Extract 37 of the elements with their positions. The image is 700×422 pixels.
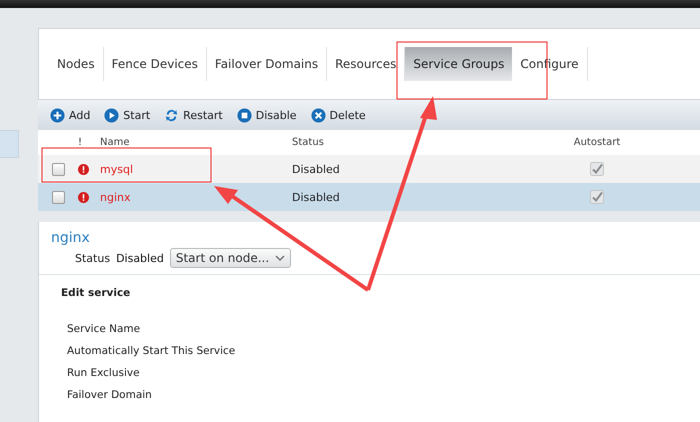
status-cell-text: Disabled [292, 190, 341, 204]
field-label: Service Name [67, 323, 142, 335]
toolbar-button[interactable]: Delete [310, 108, 366, 122]
status-label: Status [75, 252, 110, 264]
section-title: Edit service [61, 287, 132, 299]
field-label: Run Exclusive [67, 367, 141, 379]
field-label: Automatically Start This Service [67, 345, 236, 357]
table-row[interactable]: mysql Disabled [38, 155, 700, 183]
error-icon [78, 192, 89, 202]
checkbox[interactable] [52, 190, 64, 204]
checkbox[interactable] [52, 162, 64, 176]
error-icon [78, 164, 89, 174]
tab[interactable]: Service Groups [405, 47, 512, 81]
column-header: Name [100, 137, 131, 148]
column-header: ! [78, 137, 84, 148]
status-value: Disabled [116, 252, 164, 264]
toolbar-button[interactable]: Add [50, 108, 90, 122]
action-select[interactable]: Start on node... [170, 248, 292, 268]
refresh-icon [164, 108, 180, 122]
table-row[interactable]: nginx Disabled [38, 183, 700, 211]
field-label: Failover Domain [67, 389, 153, 401]
column-header: Autostart [572, 137, 622, 148]
stop-icon [236, 108, 252, 122]
play-icon [104, 108, 120, 122]
toolbar-button[interactable]: Disable [236, 108, 297, 122]
service-name[interactable]: mysql [100, 162, 292, 176]
column-header: Status [292, 137, 325, 148]
status-cell-text: Disabled [292, 162, 341, 176]
toolbar-button[interactable]: Restart [164, 108, 223, 122]
service-title: nginx [51, 230, 91, 246]
tab[interactable]: Failover Domains [206, 47, 328, 81]
tab[interactable]: Fence Devices [104, 47, 207, 81]
toolbar-button[interactable]: Start [104, 108, 150, 122]
caret-icon [275, 255, 286, 261]
tab[interactable]: Nodes [49, 47, 104, 81]
close-icon [310, 108, 326, 122]
plus-icon [50, 108, 65, 122]
